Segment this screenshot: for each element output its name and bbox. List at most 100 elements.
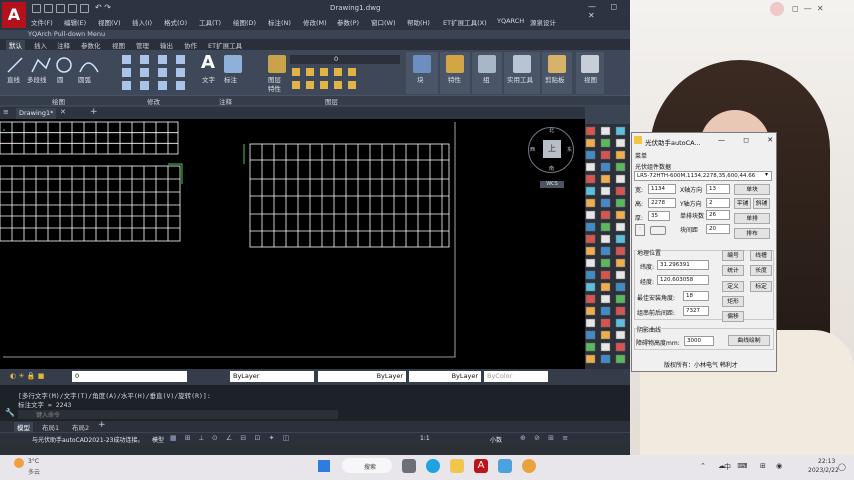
wcs-menu[interactable]: WCS — [540, 181, 564, 188]
taskview-icon[interactable] — [402, 459, 416, 473]
menu-et[interactable]: ET扩展工具(X) — [443, 17, 487, 27]
viewcube-east[interactable]: 东 — [567, 146, 572, 153]
app-icon[interactable] — [498, 459, 512, 473]
height-input[interactable]: 2278 — [648, 198, 676, 208]
menu-yqarch[interactable]: YQARCH — [497, 17, 524, 25]
text-tool-label[interactable]: 文字 — [202, 74, 215, 84]
notification-icon[interactable]: ◯ — [838, 463, 846, 471]
draw-polyline-label[interactable]: 多段线 — [27, 74, 47, 84]
menu-params[interactable]: 参数(P) — [337, 17, 359, 27]
ydir-input[interactable]: 2 — [706, 198, 730, 208]
tab-annotate[interactable]: 注释 — [57, 40, 70, 50]
module-select[interactable]: LR5-72HTH-600M,1134,2278,35,600,44.66 — [634, 171, 772, 181]
draw-tools-icon[interactable] — [6, 54, 106, 76]
color-select[interactable]: ByLayer — [230, 371, 314, 382]
new-icon[interactable] — [32, 4, 41, 13]
weather-temp[interactable]: 3°C — [28, 458, 39, 465]
best-angle-input[interactable]: 18 — [683, 291, 709, 301]
single-block-button[interactable]: 单块 — [734, 184, 770, 195]
linetype-select[interactable]: ByLayer — [318, 371, 406, 382]
flat-layout-button[interactable]: 平铺 — [734, 198, 751, 209]
saveas-icon[interactable] — [68, 4, 77, 13]
draw-arc-label[interactable]: 圆弧 — [78, 74, 91, 84]
menu-yuanquan[interactable]: 源泉设计 — [530, 17, 556, 27]
window-controls[interactable]: — ◻ ✕ — [588, 2, 628, 20]
latitude-input[interactable]: 31.296391 — [657, 260, 709, 270]
viewcube-north[interactable]: 北 — [549, 127, 554, 134]
row-spacing-input[interactable]: 7327 — [683, 306, 709, 316]
draw-curve-button[interactable]: 曲线绘制 — [728, 335, 770, 346]
layer-select[interactable]: 0 — [72, 371, 187, 382]
chrome-icon[interactable] — [522, 459, 536, 473]
annotation-scale[interactable]: 1:1 — [420, 435, 430, 442]
open-icon[interactable] — [44, 4, 53, 13]
autocad-logo[interactable]: A — [2, 2, 26, 28]
photo-window-controls[interactable]: ◻ — ✕ — [792, 4, 824, 13]
properties-label[interactable]: 特性 — [268, 83, 281, 93]
tab-model[interactable]: 模型 — [14, 422, 33, 432]
panel-layer-label[interactable]: 图层 — [325, 96, 338, 106]
yqarch-pulldown[interactable]: YQArch Pull-down Menu — [28, 30, 105, 38]
xdir-input[interactable]: 13 — [706, 184, 730, 194]
tab-layout2[interactable]: 布局2 — [72, 422, 89, 432]
slope-layout-button[interactable]: 斜铺 — [753, 198, 770, 209]
tab-collaborate[interactable]: 协作 — [184, 40, 197, 50]
plotstyle-select[interactable]: ByColor — [484, 371, 548, 382]
panel-annotation-label[interactable]: 注释 — [219, 96, 232, 106]
menu-insert[interactable]: 插入(I) — [132, 17, 152, 27]
viewcube-west[interactable]: 西 — [530, 146, 535, 153]
gap-input[interactable]: 20 — [706, 224, 730, 234]
thickness-input[interactable]: 35 — [648, 211, 670, 221]
status-right-icons[interactable]: ⊕ ⊘ ⊞ ≡ — [520, 434, 571, 442]
layer-tools-icons[interactable] — [290, 66, 400, 92]
statistics-button[interactable]: 统计 — [722, 265, 744, 276]
customize-icon[interactable]: 🔧 — [5, 408, 15, 417]
menu-file[interactable]: 文件(F) — [31, 17, 53, 27]
close-tab-icon[interactable]: ✕ — [60, 108, 66, 116]
offset-button[interactable]: 偏移 — [722, 311, 744, 322]
draw-circle-label[interactable]: 圆 — [57, 74, 64, 84]
autocad-taskbar-icon[interactable]: A — [474, 459, 488, 473]
module-dropdown-arrow[interactable]: ▾ — [765, 171, 768, 178]
start-icon[interactable] — [318, 460, 330, 472]
input-language[interactable]: 中 — [724, 462, 731, 472]
cable-tray-button[interactable]: 线槽 — [750, 250, 772, 261]
units-display[interactable]: 小数 — [490, 435, 502, 444]
new-tab-icon[interactable]: + — [90, 107, 98, 117]
start-tab-icon[interactable]: ≡ — [3, 108, 9, 116]
clock-time[interactable]: 22:13 — [818, 458, 835, 465]
dialog-window-controls[interactable]: — ◻ ✕ — [718, 136, 781, 144]
menu-window[interactable]: 窗口(W) — [371, 17, 396, 27]
panel-modify-label[interactable]: 修改 — [147, 96, 160, 106]
length-button[interactable]: 长度 — [750, 265, 772, 276]
palette-icons[interactable] — [585, 126, 630, 366]
width-input[interactable]: 1134 — [648, 184, 676, 194]
dimension-label[interactable]: 标注 — [224, 74, 237, 84]
save-icon[interactable] — [56, 4, 65, 13]
menu-dimension[interactable]: 标注(N) — [268, 17, 291, 27]
calibrate-button[interactable]: 标定 — [750, 281, 772, 292]
tab-output[interactable]: 输出 — [160, 40, 173, 50]
tab-insert[interactable]: 插入 — [34, 40, 47, 50]
undo-icon[interactable]: ↶ ↷ — [95, 3, 111, 12]
row-count-input[interactable]: 26 — [706, 210, 730, 220]
menu-draw[interactable]: 绘图(D) — [233, 17, 256, 27]
network-volume-icons[interactable]: ⊞ ◉ — [760, 462, 786, 470]
define-button[interactable]: 定义 — [722, 281, 744, 292]
status-toggle-icons[interactable]: ▦ ⊞ ⟂ ⊙ ∠ ⊟ ⊡ ✦ ◫ — [170, 434, 292, 443]
weather-icon[interactable] — [14, 458, 24, 468]
tab-et-tools[interactable]: ET扩展工具 — [208, 40, 242, 50]
menu-tools[interactable]: 工具(T) — [199, 17, 221, 27]
drawing-tab[interactable]: Drawing1* — [16, 108, 56, 119]
single-row-button[interactable]: 单排 — [734, 213, 770, 224]
layer-dropdown[interactable]: 0 — [290, 55, 400, 64]
menu-format[interactable]: 格式(O) — [164, 17, 187, 27]
layer-state-icons[interactable]: ◐ ☀ 🔒 ■ — [10, 372, 70, 381]
longitude-input[interactable]: 120.603058 — [657, 275, 709, 285]
viewcube-top-face[interactable]: 上 — [543, 140, 561, 158]
modify-tools-icon[interactable] — [120, 53, 195, 93]
dialog-menu[interactable]: 菜单 — [635, 151, 647, 160]
edge-icon[interactable] — [426, 459, 440, 473]
command-input[interactable]: 键入命令 — [18, 410, 338, 419]
orientation-landscape-button[interactable] — [650, 226, 666, 235]
